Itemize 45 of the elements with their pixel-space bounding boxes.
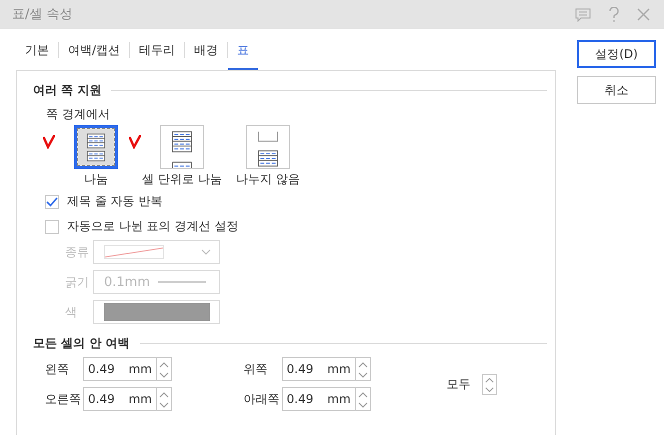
margin-input-field[interactable]: 0.49 mm — [282, 357, 356, 381]
split-option-button[interactable] — [74, 125, 118, 169]
spinner-button[interactable] — [482, 374, 498, 394]
checkbox[interactable] — [45, 220, 59, 234]
dropdown[interactable] — [93, 300, 220, 324]
field-label: 아래쪽 — [244, 392, 281, 406]
section-heading: 모든 셀의 안 여백 — [33, 336, 130, 351]
margin-input-field[interactable]: 0.49 mm — [83, 387, 157, 411]
option-label: 나누지 않음 — [236, 172, 300, 187]
dropdown[interactable] — [93, 240, 220, 264]
line-sample-icon — [158, 280, 206, 284]
ok-button[interactable]: 설정(D) — [577, 40, 656, 68]
margin-input-field[interactable]: 0.49 mm — [83, 357, 157, 381]
section-heading: 여러 쪽 지원 — [33, 83, 102, 98]
close-icon[interactable] — [637, 8, 650, 21]
field-label: 왼쪽 — [45, 362, 70, 376]
tab[interactable]: 표 — [228, 29, 258, 70]
field-label: 모두 — [446, 376, 470, 392]
tab[interactable]: 배경 — [185, 29, 228, 70]
spinner-button[interactable] — [157, 387, 172, 411]
thickness-value: 0.1mm — [104, 274, 150, 290]
tab[interactable]: 기본 — [16, 29, 58, 70]
field-label: 종류 — [65, 244, 90, 260]
option-label: 나눔 — [84, 172, 108, 187]
line-style-preview-icon — [104, 245, 164, 259]
field-label: 색 — [65, 304, 78, 320]
field-label: 위쪽 — [244, 362, 269, 376]
option-label: 셀 단위로 나눔 — [142, 172, 222, 187]
tab[interactable]: 여백/캡션 — [59, 29, 130, 70]
checkbox[interactable] — [45, 194, 59, 208]
group-label: 쪽 경계에서 — [46, 107, 111, 122]
tab[interactable]: 테두리 — [130, 29, 184, 70]
field-label: 오른쪽 — [45, 392, 82, 406]
spinner-button[interactable] — [157, 357, 172, 381]
spinner-button[interactable] — [356, 387, 371, 411]
checkbox-label: 제목 줄 자동 반복 — [67, 194, 162, 209]
checkbox-label: 자동으로 나뉜 표의 경계선 설정 — [67, 219, 238, 234]
comment-icon[interactable] — [575, 8, 591, 22]
cancel-button[interactable]: 취소 — [577, 76, 656, 104]
window-title: 표/셀 속성 — [12, 7, 74, 22]
chevron-down-icon — [201, 249, 211, 255]
field-label: 굵기 — [65, 274, 90, 290]
help-icon[interactable] — [609, 7, 619, 22]
spinner-button[interactable] — [356, 357, 371, 381]
margin-input-field[interactable]: 0.49 mm — [282, 387, 356, 411]
